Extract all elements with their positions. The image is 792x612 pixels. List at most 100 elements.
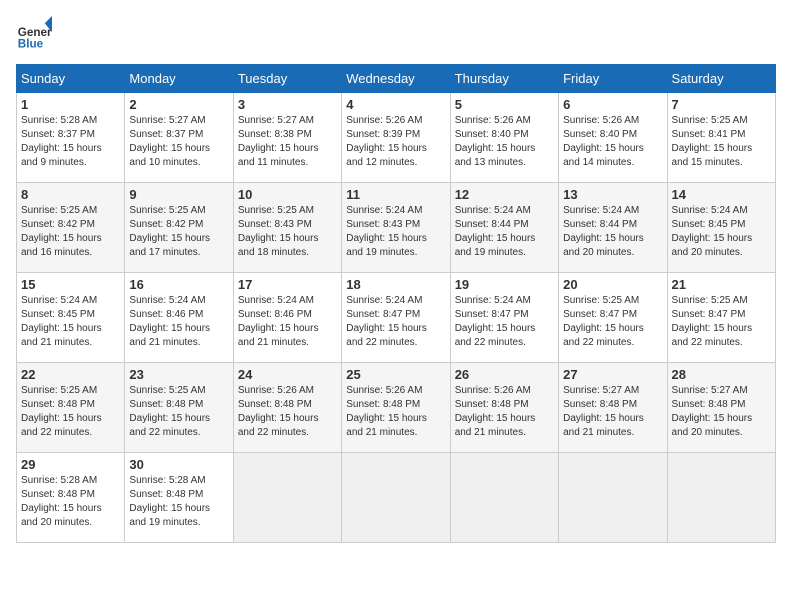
day-number: 22 — [21, 367, 120, 382]
day-number: 7 — [672, 97, 771, 112]
day-number: 5 — [455, 97, 554, 112]
day-info: Sunrise: 5:25 AM Sunset: 8:47 PM Dayligh… — [563, 294, 662, 350]
calendar-cell — [559, 453, 667, 543]
day-number: 19 — [455, 277, 554, 292]
calendar-cell — [342, 453, 450, 543]
svg-text:Blue: Blue — [18, 38, 44, 51]
calendar-cell: 26 Sunrise: 5:26 AM Sunset: 8:48 PM Dayl… — [450, 363, 558, 453]
calendar-cell: 27 Sunrise: 5:27 AM Sunset: 8:48 PM Dayl… — [559, 363, 667, 453]
calendar-cell: 10 Sunrise: 5:25 AM Sunset: 8:43 PM Dayl… — [233, 183, 341, 273]
calendar-cell: 9 Sunrise: 5:25 AM Sunset: 8:42 PM Dayli… — [125, 183, 233, 273]
day-number: 24 — [238, 367, 337, 382]
calendar-cell: 11 Sunrise: 5:24 AM Sunset: 8:43 PM Dayl… — [342, 183, 450, 273]
day-number: 12 — [455, 187, 554, 202]
calendar-body: 1 Sunrise: 5:28 AM Sunset: 8:37 PM Dayli… — [17, 93, 776, 543]
day-info: Sunrise: 5:25 AM Sunset: 8:41 PM Dayligh… — [672, 114, 771, 170]
day-number: 26 — [455, 367, 554, 382]
calendar-cell: 28 Sunrise: 5:27 AM Sunset: 8:48 PM Dayl… — [667, 363, 775, 453]
logo-icon: General Blue — [16, 16, 52, 52]
calendar-week-4: 22 Sunrise: 5:25 AM Sunset: 8:48 PM Dayl… — [17, 363, 776, 453]
day-info: Sunrise: 5:24 AM Sunset: 8:46 PM Dayligh… — [238, 294, 337, 350]
day-info: Sunrise: 5:28 AM Sunset: 8:48 PM Dayligh… — [21, 474, 120, 530]
day-info: Sunrise: 5:24 AM Sunset: 8:45 PM Dayligh… — [21, 294, 120, 350]
day-info: Sunrise: 5:28 AM Sunset: 8:48 PM Dayligh… — [129, 474, 228, 530]
calendar-cell: 1 Sunrise: 5:28 AM Sunset: 8:37 PM Dayli… — [17, 93, 125, 183]
calendar-cell: 2 Sunrise: 5:27 AM Sunset: 8:37 PM Dayli… — [125, 93, 233, 183]
calendar-cell: 21 Sunrise: 5:25 AM Sunset: 8:47 PM Dayl… — [667, 273, 775, 363]
day-info: Sunrise: 5:24 AM Sunset: 8:44 PM Dayligh… — [455, 204, 554, 260]
day-info: Sunrise: 5:27 AM Sunset: 8:48 PM Dayligh… — [563, 384, 662, 440]
calendar-cell: 12 Sunrise: 5:24 AM Sunset: 8:44 PM Dayl… — [450, 183, 558, 273]
day-info: Sunrise: 5:24 AM Sunset: 8:44 PM Dayligh… — [563, 204, 662, 260]
calendar-cell: 23 Sunrise: 5:25 AM Sunset: 8:48 PM Dayl… — [125, 363, 233, 453]
calendar-cell: 19 Sunrise: 5:24 AM Sunset: 8:47 PM Dayl… — [450, 273, 558, 363]
page-header: General Blue — [16, 16, 776, 52]
day-header-saturday: Saturday — [667, 65, 775, 93]
calendar-header-row: SundayMondayTuesdayWednesdayThursdayFrid… — [17, 65, 776, 93]
day-info: Sunrise: 5:26 AM Sunset: 8:39 PM Dayligh… — [346, 114, 445, 170]
calendar-week-2: 8 Sunrise: 5:25 AM Sunset: 8:42 PM Dayli… — [17, 183, 776, 273]
day-header-monday: Monday — [125, 65, 233, 93]
calendar-cell: 25 Sunrise: 5:26 AM Sunset: 8:48 PM Dayl… — [342, 363, 450, 453]
day-number: 15 — [21, 277, 120, 292]
day-info: Sunrise: 5:26 AM Sunset: 8:48 PM Dayligh… — [455, 384, 554, 440]
day-number: 10 — [238, 187, 337, 202]
day-info: Sunrise: 5:26 AM Sunset: 8:40 PM Dayligh… — [455, 114, 554, 170]
day-number: 2 — [129, 97, 228, 112]
day-number: 6 — [563, 97, 662, 112]
calendar-cell — [233, 453, 341, 543]
day-info: Sunrise: 5:25 AM Sunset: 8:43 PM Dayligh… — [238, 204, 337, 260]
day-number: 27 — [563, 367, 662, 382]
day-header-thursday: Thursday — [450, 65, 558, 93]
calendar-week-5: 29 Sunrise: 5:28 AM Sunset: 8:48 PM Dayl… — [17, 453, 776, 543]
calendar-cell: 7 Sunrise: 5:25 AM Sunset: 8:41 PM Dayli… — [667, 93, 775, 183]
calendar-week-1: 1 Sunrise: 5:28 AM Sunset: 8:37 PM Dayli… — [17, 93, 776, 183]
day-info: Sunrise: 5:28 AM Sunset: 8:37 PM Dayligh… — [21, 114, 120, 170]
day-number: 3 — [238, 97, 337, 112]
logo: General Blue — [16, 16, 56, 52]
day-info: Sunrise: 5:24 AM Sunset: 8:46 PM Dayligh… — [129, 294, 228, 350]
day-info: Sunrise: 5:27 AM Sunset: 8:38 PM Dayligh… — [238, 114, 337, 170]
day-info: Sunrise: 5:24 AM Sunset: 8:43 PM Dayligh… — [346, 204, 445, 260]
calendar-cell: 20 Sunrise: 5:25 AM Sunset: 8:47 PM Dayl… — [559, 273, 667, 363]
calendar-table: SundayMondayTuesdayWednesdayThursdayFrid… — [16, 64, 776, 543]
day-info: Sunrise: 5:25 AM Sunset: 8:42 PM Dayligh… — [129, 204, 228, 260]
day-info: Sunrise: 5:27 AM Sunset: 8:48 PM Dayligh… — [672, 384, 771, 440]
day-header-friday: Friday — [559, 65, 667, 93]
day-number: 4 — [346, 97, 445, 112]
day-number: 17 — [238, 277, 337, 292]
calendar-cell: 5 Sunrise: 5:26 AM Sunset: 8:40 PM Dayli… — [450, 93, 558, 183]
calendar-cell: 17 Sunrise: 5:24 AM Sunset: 8:46 PM Dayl… — [233, 273, 341, 363]
calendar-cell: 29 Sunrise: 5:28 AM Sunset: 8:48 PM Dayl… — [17, 453, 125, 543]
calendar-cell: 30 Sunrise: 5:28 AM Sunset: 8:48 PM Dayl… — [125, 453, 233, 543]
day-number: 23 — [129, 367, 228, 382]
calendar-week-3: 15 Sunrise: 5:24 AM Sunset: 8:45 PM Dayl… — [17, 273, 776, 363]
calendar-cell: 3 Sunrise: 5:27 AM Sunset: 8:38 PM Dayli… — [233, 93, 341, 183]
day-info: Sunrise: 5:25 AM Sunset: 8:42 PM Dayligh… — [21, 204, 120, 260]
day-number: 8 — [21, 187, 120, 202]
day-number: 25 — [346, 367, 445, 382]
day-number: 30 — [129, 457, 228, 472]
calendar-cell: 18 Sunrise: 5:24 AM Sunset: 8:47 PM Dayl… — [342, 273, 450, 363]
day-info: Sunrise: 5:26 AM Sunset: 8:48 PM Dayligh… — [346, 384, 445, 440]
day-number: 11 — [346, 187, 445, 202]
day-info: Sunrise: 5:25 AM Sunset: 8:48 PM Dayligh… — [129, 384, 228, 440]
calendar-cell: 24 Sunrise: 5:26 AM Sunset: 8:48 PM Dayl… — [233, 363, 341, 453]
calendar-cell: 6 Sunrise: 5:26 AM Sunset: 8:40 PM Dayli… — [559, 93, 667, 183]
day-number: 20 — [563, 277, 662, 292]
calendar-cell: 16 Sunrise: 5:24 AM Sunset: 8:46 PM Dayl… — [125, 273, 233, 363]
day-number: 13 — [563, 187, 662, 202]
calendar-cell: 14 Sunrise: 5:24 AM Sunset: 8:45 PM Dayl… — [667, 183, 775, 273]
day-number: 9 — [129, 187, 228, 202]
day-number: 18 — [346, 277, 445, 292]
calendar-cell: 8 Sunrise: 5:25 AM Sunset: 8:42 PM Dayli… — [17, 183, 125, 273]
day-number: 16 — [129, 277, 228, 292]
day-header-tuesday: Tuesday — [233, 65, 341, 93]
day-number: 28 — [672, 367, 771, 382]
day-info: Sunrise: 5:24 AM Sunset: 8:47 PM Dayligh… — [346, 294, 445, 350]
calendar-cell: 22 Sunrise: 5:25 AM Sunset: 8:48 PM Dayl… — [17, 363, 125, 453]
day-number: 29 — [21, 457, 120, 472]
calendar-cell — [450, 453, 558, 543]
calendar-cell: 13 Sunrise: 5:24 AM Sunset: 8:44 PM Dayl… — [559, 183, 667, 273]
day-number: 1 — [21, 97, 120, 112]
